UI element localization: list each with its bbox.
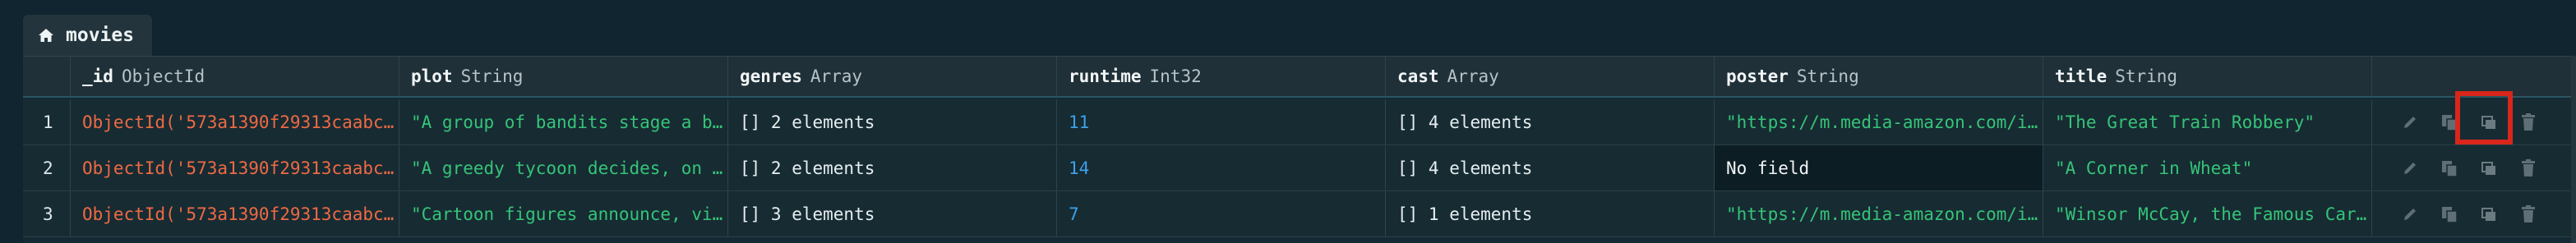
table-row[interactable]: 3 ObjectId('573a1390f29313caabcd4323') "… <box>23 191 2574 237</box>
row-actions <box>2372 145 2574 190</box>
row-number-header <box>23 57 71 96</box>
cell-runtime[interactable]: 7 <box>1057 191 1386 236</box>
column-header-poster[interactable]: poster String <box>1715 57 2043 96</box>
cell-plot[interactable]: "A greedy tycoon decides, on a whim, to … <box>399 145 728 190</box>
table-row[interactable]: 1 ObjectId('573a1390f29313caabcd4135') "… <box>23 99 2574 145</box>
edit-icon[interactable] <box>2390 106 2430 139</box>
cell-genres[interactable]: [] 2 elements <box>728 99 1057 144</box>
home-icon <box>38 28 54 43</box>
cell-genres[interactable]: [] 3 elements <box>728 191 1057 236</box>
row-number: 1 <box>23 99 71 144</box>
cell-runtime[interactable]: 11 <box>1057 99 1386 144</box>
row-actions <box>2372 99 2574 144</box>
delete-icon[interactable] <box>2509 106 2548 139</box>
delete-icon[interactable] <box>2509 198 2548 231</box>
cell-poster[interactable]: "https://m.media-amazon.com/images/M/MV5… <box>1715 191 2043 236</box>
cell-poster[interactable]: "https://m.media-amazon.com/images/M/MV5… <box>1715 99 2043 144</box>
vertical-scrollbar[interactable] <box>2571 56 2576 243</box>
cell-title[interactable]: "Winsor McCay, the Famous Cartoonist of … <box>2043 191 2372 236</box>
cell-poster[interactable]: No field <box>1715 145 2043 190</box>
column-header-id[interactable]: _id ObjectId <box>71 57 399 96</box>
cell-cast[interactable]: [] 4 elements <box>1386 99 1715 144</box>
cell-title[interactable]: "A Corner in Wheat" <box>2043 145 2372 190</box>
row-number: 3 <box>23 191 71 236</box>
cell-id[interactable]: ObjectId('573a1390f29313caabcd42e8') <box>71 145 399 190</box>
cell-id[interactable]: ObjectId('573a1390f29313caabcd4323') <box>71 191 399 236</box>
clone-icon[interactable] <box>2469 106 2509 139</box>
collection-view: movies _id ObjectId plot String genres A… <box>0 0 2576 243</box>
tab-label: movies <box>66 25 135 46</box>
row-actions <box>2372 191 2574 236</box>
cell-title[interactable]: "The Great Train Robbery" <box>2043 99 2372 144</box>
cell-plot[interactable]: "A group of bandits stage a brazen train… <box>399 99 728 144</box>
documents-table: _id ObjectId plot String genres Array ru… <box>23 56 2574 243</box>
copy-icon[interactable] <box>2430 198 2469 231</box>
copy-icon[interactable] <box>2430 152 2469 185</box>
delete-icon[interactable] <box>2509 152 2548 185</box>
edit-icon[interactable] <box>2390 198 2430 231</box>
column-header-title[interactable]: title String <box>2043 57 2372 96</box>
actions-header <box>2372 57 2574 96</box>
cell-cast[interactable]: [] 1 elements <box>1386 191 1715 236</box>
column-header-runtime[interactable]: runtime Int32 <box>1057 57 1386 96</box>
edit-icon[interactable] <box>2390 152 2430 185</box>
cell-genres[interactable]: [] 2 elements <box>728 145 1057 190</box>
column-header-cast[interactable]: cast Array <box>1386 57 1715 96</box>
table-row[interactable]: 2 ObjectId('573a1390f29313caabcd42e8') "… <box>23 145 2574 191</box>
cell-cast[interactable]: [] 4 elements <box>1386 145 1715 190</box>
clone-icon[interactable] <box>2469 198 2509 231</box>
copy-icon[interactable] <box>2430 106 2469 139</box>
cell-id[interactable]: ObjectId('573a1390f29313caabcd4135') <box>71 99 399 144</box>
column-header-genres[interactable]: genres Array <box>728 57 1057 96</box>
row-number: 2 <box>23 145 71 190</box>
tab-movies[interactable]: movies <box>23 15 153 56</box>
table-header: _id ObjectId plot String genres Array ru… <box>23 57 2574 98</box>
cell-runtime[interactable]: 14 <box>1057 145 1386 190</box>
cell-plot[interactable]: "Cartoon figures announce, via comic str… <box>399 191 728 236</box>
column-header-plot[interactable]: plot String <box>399 57 728 96</box>
clone-icon[interactable] <box>2469 152 2509 185</box>
